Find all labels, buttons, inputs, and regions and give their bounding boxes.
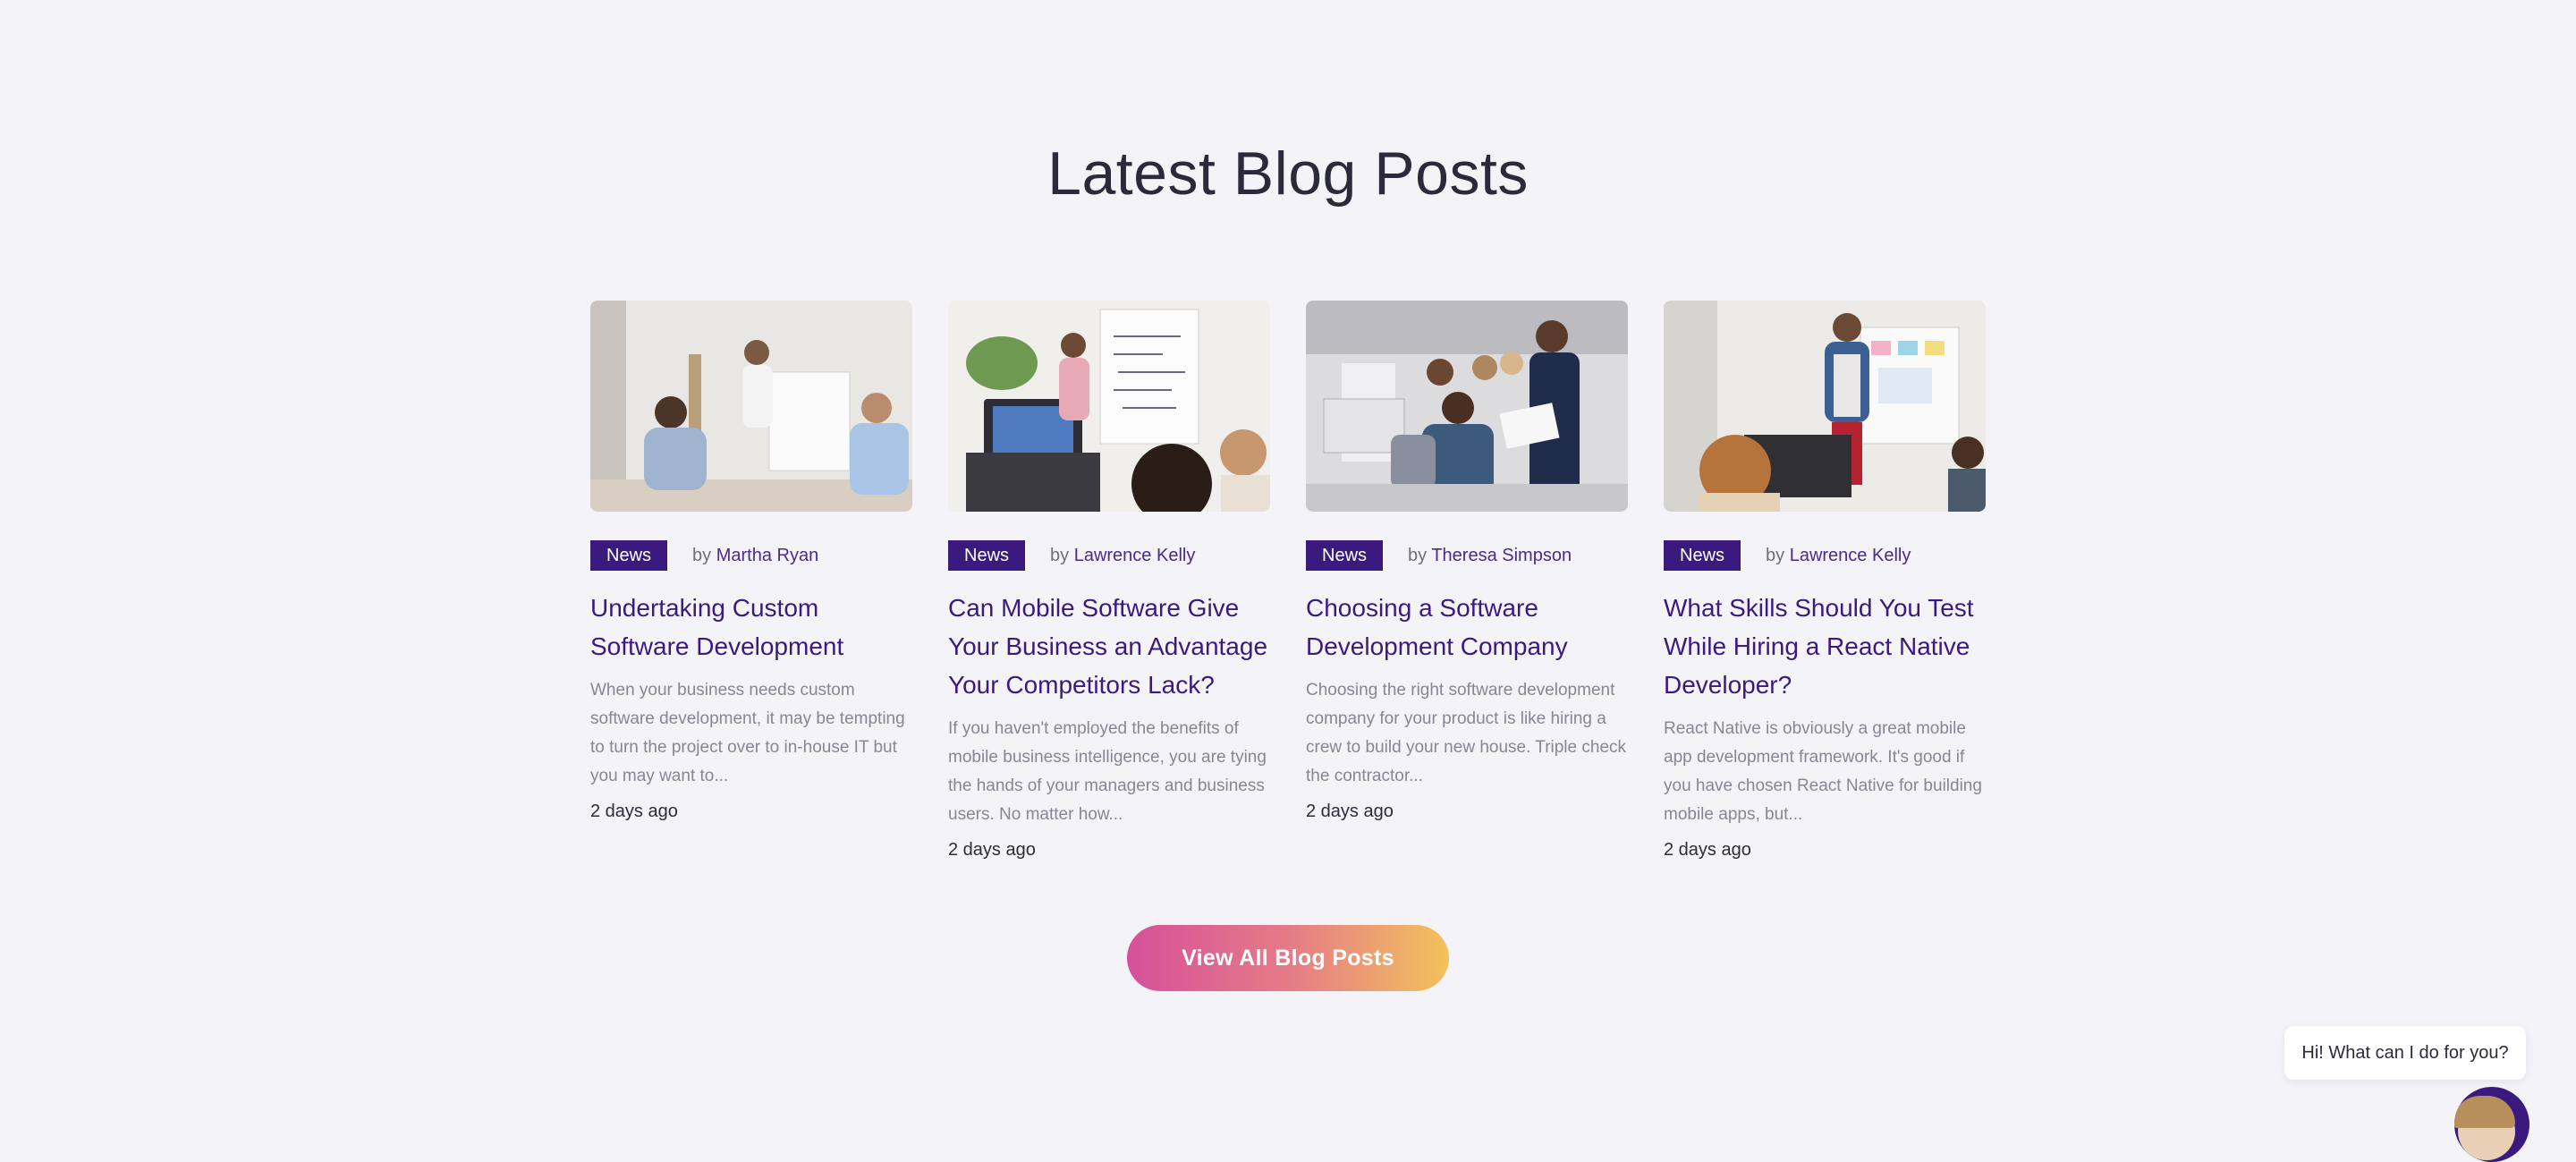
avatar-hair-icon xyxy=(2454,1096,2515,1128)
author-link[interactable]: Lawrence Kelly xyxy=(1074,546,1196,565)
chat-avatar-button[interactable] xyxy=(2454,1087,2529,1162)
author-link[interactable]: Martha Ryan xyxy=(716,546,819,565)
byline-prefix: by xyxy=(1050,545,1070,565)
byline-prefix: by xyxy=(1408,545,1428,565)
post-excerpt: If you haven't employed the benefits of … xyxy=(948,719,1267,824)
blog-post-card: News by Martha Ryan Undertaking Custom S… xyxy=(590,301,912,822)
author-link[interactable]: Theresa Simpson xyxy=(1431,546,1572,565)
post-excerpt: React Native is obviously a great mobile… xyxy=(1664,719,1982,824)
post-title-link[interactable]: Can Mobile Software Give Your Business a… xyxy=(948,589,1270,704)
byline-prefix: by xyxy=(1766,545,1785,565)
post-meta: News by Lawrence Kelly xyxy=(1664,540,1986,571)
post-byline: by Martha Ryan xyxy=(692,546,818,566)
category-badge[interactable]: News xyxy=(1664,540,1741,571)
blog-post-grid: News by Martha Ryan Undertaking Custom S… xyxy=(590,301,1986,873)
blog-post-card: News by Theresa Simpson Choosing a Softw… xyxy=(1306,301,1628,822)
post-date: 2 days ago xyxy=(1306,802,1394,821)
post-date: 2 days ago xyxy=(590,802,678,821)
category-badge[interactable]: News xyxy=(948,540,1026,571)
chat-greeting-bubble[interactable]: Hi! What can I do for you? xyxy=(2284,1026,2526,1080)
view-all-blog-posts-button[interactable]: View All Blog Posts xyxy=(1127,925,1449,991)
post-title-link[interactable]: Choosing a Software Development Company xyxy=(1306,589,1628,666)
post-byline: by Theresa Simpson xyxy=(1408,546,1572,566)
section-title: Latest Blog Posts xyxy=(1047,140,1529,208)
blog-post-card: News by Lawrence Kelly What Skills Shoul… xyxy=(1664,301,1986,861)
post-excerpt: When your business needs custom software… xyxy=(590,681,905,785)
post-image-presentation[interactable] xyxy=(948,301,1270,512)
post-meta: News by Lawrence Kelly xyxy=(948,540,1270,571)
post-meta: News by Theresa Simpson xyxy=(1306,540,1628,571)
author-link[interactable]: Lawrence Kelly xyxy=(1790,546,1911,565)
post-byline: by Lawrence Kelly xyxy=(1766,546,1911,566)
post-title-link[interactable]: What Skills Should You Test While Hiring… xyxy=(1664,589,1986,704)
post-title-link[interactable]: Undertaking Custom Software Development xyxy=(590,589,912,666)
post-meta: News by Martha Ryan xyxy=(590,540,912,571)
post-image-meeting[interactable] xyxy=(590,301,912,512)
post-byline: by Lawrence Kelly xyxy=(1050,546,1195,566)
post-date: 2 days ago xyxy=(948,840,1036,860)
category-badge[interactable]: News xyxy=(1306,540,1384,571)
post-excerpt: Choosing the right software development … xyxy=(1306,681,1627,785)
blog-post-card: News by Lawrence Kelly Can Mobile Softwa… xyxy=(948,301,1270,861)
post-image-whiteboard[interactable] xyxy=(1664,301,1986,512)
category-badge[interactable]: News xyxy=(590,540,668,571)
post-image-team[interactable] xyxy=(1306,301,1628,512)
byline-prefix: by xyxy=(692,545,712,565)
post-date: 2 days ago xyxy=(1664,840,1751,860)
